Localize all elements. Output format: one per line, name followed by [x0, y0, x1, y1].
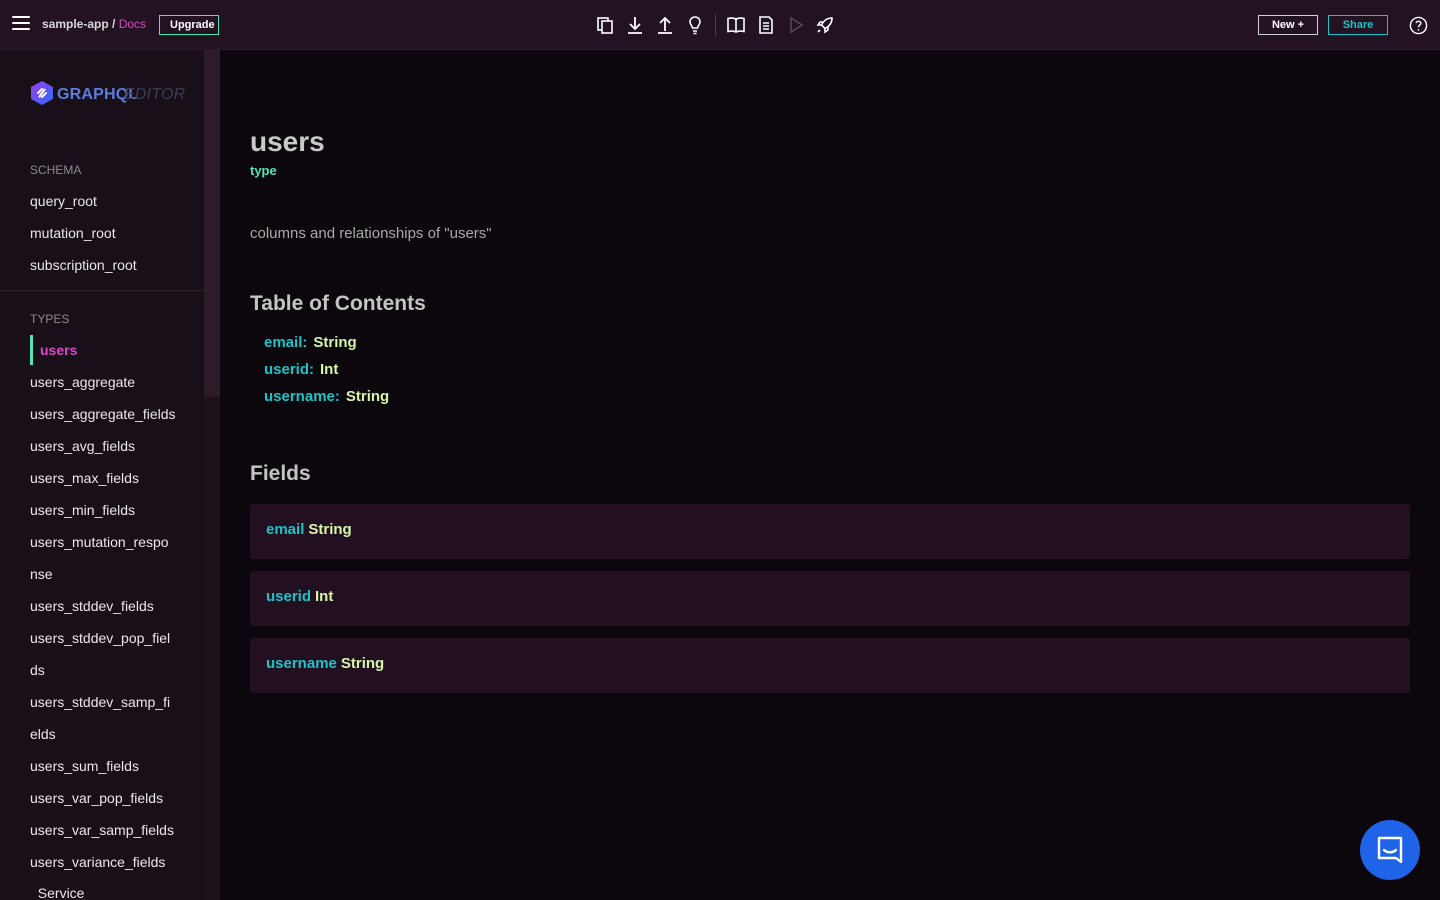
- sidebar-item-query-root[interactable]: query_root: [30, 193, 97, 209]
- type-kind-label: type: [250, 163, 277, 178]
- toolbar-divider: [715, 14, 716, 36]
- rocket-icon[interactable]: [815, 15, 835, 35]
- sidebar-item-type[interactable]: nse: [30, 566, 53, 582]
- top-bar: sample-app / Docs Upgrade New + Share: [0, 0, 1440, 50]
- sidebar-scrollbar-thumb[interactable]: [204, 50, 220, 397]
- sidebar-item-type[interactable]: users_aggregate_fields: [30, 406, 176, 422]
- sidebar-item-mutation-root[interactable]: mutation_root: [30, 225, 116, 241]
- toc-heading: Table of Contents: [250, 292, 426, 315]
- lightbulb-icon[interactable]: [685, 15, 705, 35]
- sidebar: GRAPHQL EDITOR SCHEMA query_root mutatio…: [0, 50, 220, 900]
- type-title: users: [250, 126, 325, 157]
- help-icon[interactable]: [1409, 16, 1428, 35]
- toc-field-type: String: [313, 334, 357, 351]
- sidebar-item-type[interactable]: users_max_fields: [30, 470, 139, 486]
- toc-field-name: username:: [264, 388, 340, 405]
- breadcrumb-page: Docs: [118, 17, 147, 31]
- toc-field-type: Int: [320, 361, 339, 378]
- download-icon[interactable]: [625, 15, 645, 35]
- sidebar-item-type[interactable]: users_variance_fields: [30, 854, 165, 870]
- hamburger-menu-icon[interactable]: [12, 16, 30, 34]
- sidebar-item-type[interactable]: users_var_pop_fields: [30, 790, 163, 806]
- sidebar-item-type[interactable]: users_mutation_respo: [30, 534, 169, 550]
- schema-section-title: SCHEMA: [30, 163, 82, 177]
- sidebar-item-type[interactable]: users_aggregate: [30, 374, 135, 390]
- active-indicator: [30, 335, 33, 365]
- sidebar-item-subscription-root[interactable]: subscription_root: [30, 257, 137, 273]
- sidebar-item-type[interactable]: users_stddev_samp_fi: [30, 694, 170, 710]
- book-icon[interactable]: [726, 15, 746, 35]
- field-card-email[interactable]: email String: [250, 504, 1410, 559]
- copy-icon[interactable]: [595, 15, 615, 35]
- breadcrumb-project[interactable]: sample-app: [42, 17, 109, 31]
- sidebar-item-type[interactable]: _Service: [30, 885, 84, 900]
- field-type[interactable]: Int: [315, 588, 333, 605]
- field-name: email: [266, 521, 305, 538]
- sidebar-item-type[interactable]: ds: [30, 662, 45, 678]
- sidebar-item-type[interactable]: users_stddev_pop_fiel: [30, 630, 170, 646]
- toc-item-username[interactable]: username: String: [264, 388, 389, 405]
- sidebar-item-type[interactable]: elds: [30, 726, 56, 742]
- field-name: userid: [266, 588, 312, 605]
- new-button[interactable]: New +: [1258, 15, 1318, 35]
- breadcrumb-separator: /: [108, 17, 119, 31]
- breadcrumb: sample-app / Docs: [42, 17, 146, 31]
- graphql-editor-logo[interactable]: GRAPHQL EDITOR: [30, 80, 185, 108]
- types-section-title: TYPES: [30, 312, 70, 326]
- field-type[interactable]: String: [341, 655, 384, 672]
- field-card-userid[interactable]: userid Int: [250, 571, 1410, 626]
- document-icon[interactable]: [756, 15, 776, 35]
- toc-field-name: userid:: [264, 361, 315, 378]
- share-button[interactable]: Share: [1328, 15, 1388, 35]
- sidebar-item-type[interactable]: users_min_fields: [30, 502, 135, 518]
- sidebar-item-type[interactable]: users_avg_fields: [30, 438, 135, 454]
- chat-icon: [1377, 836, 1403, 864]
- field-type[interactable]: String: [308, 521, 351, 538]
- sidebar-item-users[interactable]: users: [40, 342, 77, 358]
- toc-field-type: String: [345, 388, 390, 405]
- logo-icon: [31, 81, 53, 105]
- fields-heading: Fields: [250, 462, 311, 485]
- chat-launcher-button[interactable]: [1360, 820, 1420, 880]
- sidebar-item-type[interactable]: users_stddev_fields: [30, 598, 154, 614]
- sidebar-item-type[interactable]: users_sum_fields: [30, 758, 139, 774]
- toc-item-email[interactable]: email: String: [264, 334, 357, 351]
- field-name: username: [266, 655, 337, 672]
- upload-icon[interactable]: [655, 15, 675, 35]
- upgrade-button[interactable]: Upgrade: [159, 15, 219, 35]
- play-icon[interactable]: [786, 15, 806, 35]
- logo-text-editor: EDITOR: [124, 86, 186, 103]
- sidebar-divider: [0, 290, 204, 291]
- field-card-username[interactable]: username String: [250, 638, 1410, 693]
- type-description: columns and relationships of "users": [250, 225, 492, 242]
- sidebar-item-type[interactable]: users_var_samp_fields: [30, 822, 174, 838]
- docs-content: users type columns and relationships of …: [220, 50, 1440, 900]
- toc-item-userid[interactable]: userid: Int: [264, 361, 338, 378]
- toc-field-name: email:: [264, 334, 308, 351]
